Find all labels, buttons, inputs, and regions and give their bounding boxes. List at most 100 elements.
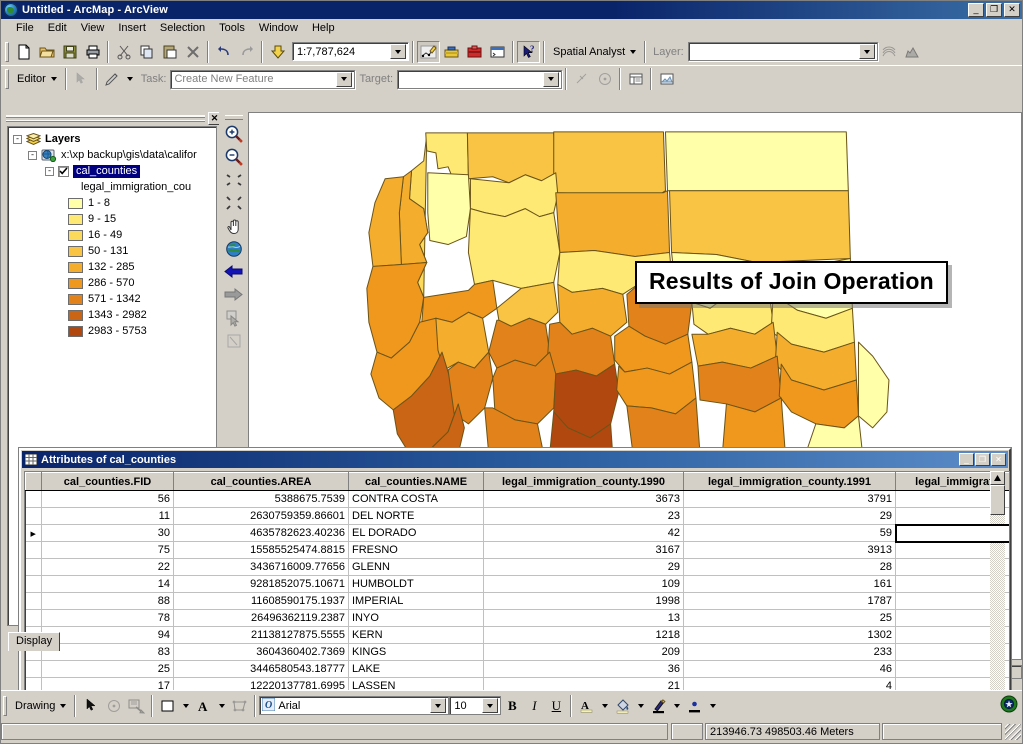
row-selector-cell[interactable] bbox=[25, 490, 42, 508]
menu-window[interactable]: Window bbox=[252, 20, 305, 36]
fixed-zoom-in-button[interactable] bbox=[222, 168, 246, 191]
cell-1990[interactable]: 1218 bbox=[483, 626, 684, 644]
cell-1990[interactable]: 29 bbox=[483, 558, 684, 576]
toc-layer-cal-counties[interactable]: - cal_counties bbox=[11, 163, 216, 179]
attr-restore-button[interactable]: ❐ bbox=[975, 453, 990, 466]
expander-toggle[interactable]: - bbox=[13, 134, 22, 144]
delete-button[interactable] bbox=[181, 41, 204, 63]
table-row[interactable]: 56 5388675.7539 CONTRA COSTA 3673 3791 bbox=[25, 490, 1009, 508]
task-combo[interactable]: Create New Feature bbox=[170, 69, 356, 89]
legend-class-item[interactable]: 286 - 570 bbox=[68, 275, 216, 291]
table-row[interactable]: 94 21138127875.5555 KERN 1218 1302 bbox=[25, 626, 1009, 644]
cell-1991[interactable]: 29 bbox=[683, 507, 896, 525]
maximize-button[interactable]: ❐ bbox=[986, 3, 1002, 17]
cell-1991[interactable]: 3791 bbox=[683, 490, 896, 508]
new-element-tool-button[interactable] bbox=[125, 695, 148, 717]
cell-area[interactable]: 3436716009.77656 bbox=[173, 558, 349, 576]
tools-toolbar-grip[interactable] bbox=[224, 115, 243, 120]
editor-toolbar-grip[interactable] bbox=[5, 69, 9, 89]
undo-button[interactable] bbox=[212, 41, 235, 63]
cell-1991[interactable]: 59 bbox=[683, 524, 896, 542]
split-tool-button[interactable] bbox=[570, 68, 593, 90]
cell-name[interactable]: KERN bbox=[348, 626, 484, 644]
paint-bucket-button[interactable] bbox=[611, 695, 634, 717]
cell-area[interactable]: 9281852075.10671 bbox=[173, 575, 349, 593]
attribute-grid[interactable]: cal_counties.FID cal_counties.AREA cal_c… bbox=[24, 471, 1010, 724]
minimize-button[interactable]: _ bbox=[968, 3, 984, 17]
row-selector-cell[interactable]: ▶ bbox=[25, 524, 42, 542]
edit-tool-button[interactable] bbox=[70, 68, 93, 90]
map-text-element[interactable]: Results of Join Operation bbox=[635, 261, 948, 304]
cell-fid[interactable]: 78 bbox=[41, 609, 174, 627]
add-data-button[interactable] bbox=[266, 41, 289, 63]
select-elements-tool-button[interactable] bbox=[79, 695, 102, 717]
cell-1991[interactable]: 161 bbox=[683, 575, 896, 593]
cell-name[interactable]: GLENN bbox=[348, 558, 484, 576]
cell-name[interactable]: KINGS bbox=[348, 643, 484, 661]
green-globe-icon[interactable] bbox=[1000, 695, 1018, 716]
table-row[interactable]: 22 3436716009.77656 GLENN 29 28 bbox=[25, 558, 1009, 576]
resize-grip[interactable] bbox=[1005, 723, 1021, 740]
spatial-analyst-menu[interactable]: Spatial Analyst bbox=[548, 41, 641, 63]
task-combo-dropdown-button[interactable] bbox=[336, 71, 353, 87]
italic-button[interactable]: I bbox=[523, 695, 545, 716]
attr-close-button[interactable]: ✕ bbox=[991, 453, 1006, 466]
fill-color-dropdown[interactable] bbox=[179, 695, 192, 717]
legend-class-item[interactable]: 132 - 285 bbox=[68, 259, 216, 275]
cell-name[interactable]: LAKE bbox=[348, 660, 484, 678]
table-row[interactable]: 83 3604360402.7369 KINGS 209 233 bbox=[25, 643, 1009, 661]
sketch-properties-button[interactable] bbox=[655, 68, 678, 90]
cell-1990[interactable]: 209 bbox=[483, 643, 684, 661]
select-elements-button[interactable] bbox=[222, 329, 246, 352]
rotate-element-tool-button[interactable] bbox=[102, 695, 125, 717]
cell-name[interactable]: FRESNO bbox=[348, 541, 484, 559]
table-row[interactable]: 14 9281852075.10671 HUMBOLDT 109 161 bbox=[25, 575, 1009, 593]
whats-this-help-button[interactable]: ? bbox=[517, 40, 540, 63]
menu-help[interactable]: Help bbox=[305, 20, 342, 36]
text-tool-dropdown[interactable] bbox=[215, 695, 228, 717]
cell-1990[interactable]: 109 bbox=[483, 575, 684, 593]
cell-area[interactable]: 11608590175.1937 bbox=[173, 592, 349, 610]
nudge-tool-button[interactable] bbox=[228, 695, 251, 717]
pan-tool-button[interactable] bbox=[222, 214, 246, 237]
scroll-up-button[interactable] bbox=[990, 471, 1005, 485]
line-color-button[interactable] bbox=[647, 695, 670, 717]
rotate-tool-button[interactable] bbox=[593, 68, 616, 90]
fixed-zoom-out-button[interactable] bbox=[222, 191, 246, 214]
row-selector-cell[interactable] bbox=[25, 541, 42, 559]
cell-1990[interactable]: 36 bbox=[483, 660, 684, 678]
toolbar-grip[interactable] bbox=[5, 41, 9, 62]
cell-1990[interactable]: 3167 bbox=[483, 541, 684, 559]
cell-fid[interactable]: 83 bbox=[41, 643, 174, 661]
column-header-area[interactable]: cal_counties.AREA bbox=[173, 472, 349, 491]
layer-visibility-checkbox[interactable] bbox=[58, 165, 69, 177]
cell-1990[interactable]: 13 bbox=[483, 609, 684, 627]
menu-file[interactable]: File bbox=[9, 20, 41, 36]
save-document-button[interactable] bbox=[58, 41, 81, 63]
cell-1991[interactable]: 3913 bbox=[683, 541, 896, 559]
drawing-toolbar-grip[interactable] bbox=[3, 695, 7, 716]
select-features-button[interactable] bbox=[222, 306, 246, 329]
cell-1990[interactable]: 23 bbox=[483, 507, 684, 525]
fill-color-button[interactable] bbox=[156, 695, 179, 717]
row-selector-cell[interactable] bbox=[25, 609, 42, 627]
full-extent-button[interactable] bbox=[222, 237, 246, 260]
row-selector-cell[interactable] bbox=[25, 660, 42, 678]
legend-class-item[interactable]: 50 - 131 bbox=[68, 243, 216, 259]
line-color-dropdown[interactable] bbox=[670, 695, 683, 717]
cell-name[interactable]: HUMBOLDT bbox=[348, 575, 484, 593]
cell-fid[interactable]: 88 bbox=[41, 592, 174, 610]
new-document-button[interactable] bbox=[12, 41, 35, 63]
row-selector-cell[interactable] bbox=[25, 558, 42, 576]
cell-1991[interactable]: 1787 bbox=[683, 592, 896, 610]
toc-tab-display[interactable]: Display bbox=[8, 632, 61, 651]
font-size-combo[interactable]: 10 bbox=[449, 696, 502, 715]
copy-button[interactable] bbox=[135, 41, 158, 63]
column-header-1990[interactable]: legal_immigration_county.1990 bbox=[483, 472, 684, 491]
cell-fid[interactable]: 75 bbox=[41, 541, 174, 559]
legend-class-item[interactable]: 2983 - 5753 bbox=[68, 323, 216, 339]
expander-toggle[interactable]: - bbox=[28, 150, 37, 160]
editor-menu[interactable]: Editor bbox=[12, 68, 62, 90]
cell-area[interactable]: 3446580543.18777 bbox=[173, 660, 349, 678]
cell-fid[interactable]: 22 bbox=[41, 558, 174, 576]
